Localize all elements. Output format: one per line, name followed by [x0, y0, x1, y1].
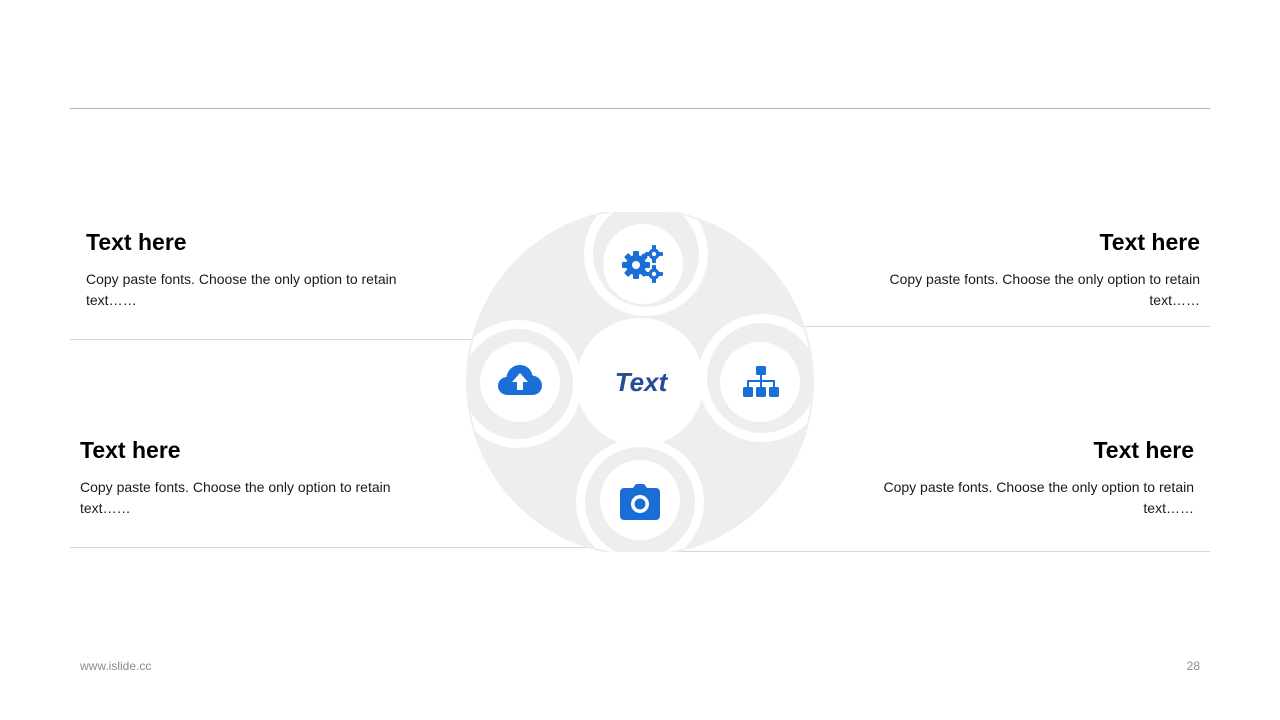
gears-icon [622, 245, 663, 283]
sitemap-icon [743, 366, 779, 397]
header-rule [70, 108, 1210, 109]
text-block-top-right: Text here Copy paste fonts. Choose the o… [810, 228, 1200, 311]
cloud-upload-icon [498, 365, 542, 395]
footer-website: www.islide.cc [80, 659, 152, 673]
text-block-top-left: Text here Copy paste fonts. Choose the o… [86, 228, 426, 311]
text-block-bottom-right: Text here Copy paste fonts. Choose the o… [804, 436, 1194, 519]
text-block-bottom-left: Text here Copy paste fonts. Choose the o… [80, 436, 420, 519]
camera-icon [620, 484, 660, 520]
block-title: Text here [80, 437, 181, 463]
block-body: Copy paste fonts. Choose the only option… [889, 271, 1200, 308]
divider-top-left [70, 339, 474, 340]
block-title: Text here [86, 229, 187, 255]
page-number: 28 [1186, 659, 1200, 673]
block-title: Text here [1093, 437, 1194, 463]
block-body: Copy paste fonts. Choose the only option… [883, 479, 1194, 516]
hub-center-label: Text [615, 367, 669, 397]
divider-top-right [806, 326, 1210, 327]
block-body: Copy paste fonts. Choose the only option… [80, 479, 391, 516]
block-body: Copy paste fonts. Choose the only option… [86, 271, 397, 308]
block-title: Text here [1099, 229, 1200, 255]
